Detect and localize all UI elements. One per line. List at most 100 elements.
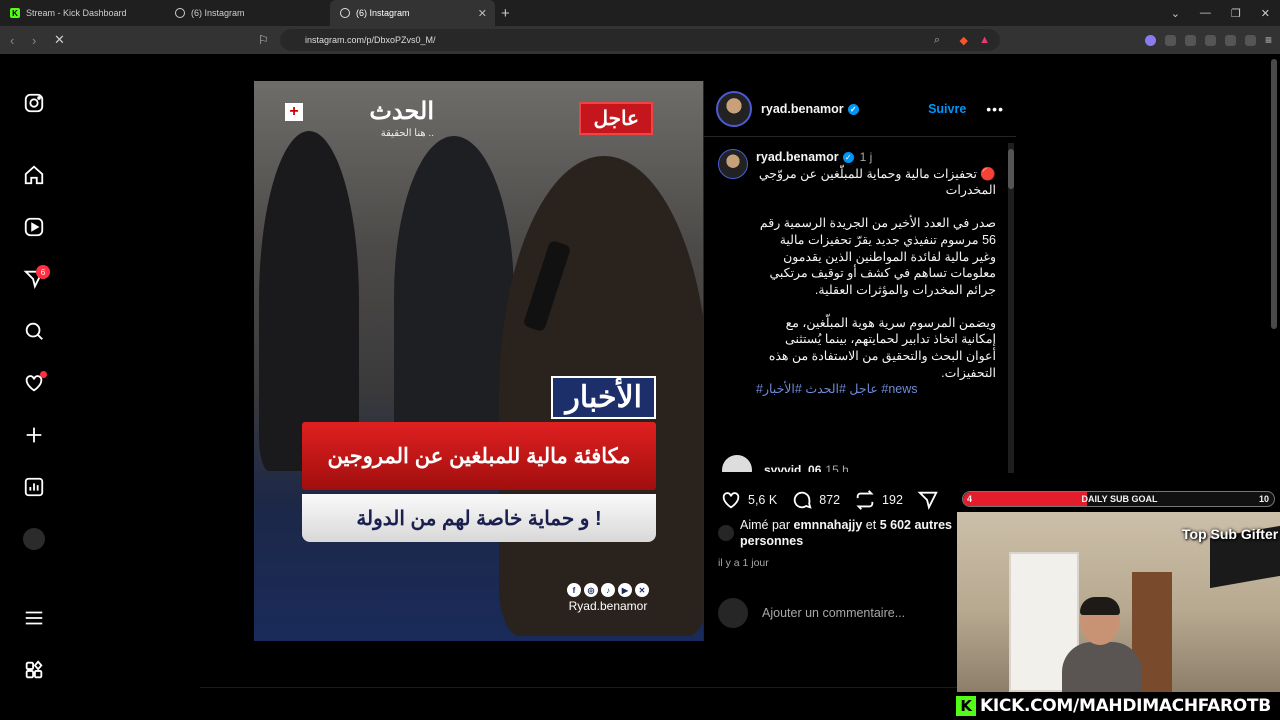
caption-username[interactable]: ryad.benamor (756, 150, 839, 164)
hooded-figure-right (394, 136, 514, 456)
page-scrollbar[interactable] (1270, 54, 1278, 334)
like-icon[interactable] (720, 489, 742, 511)
news-section-label: الأخبار (551, 376, 656, 419)
post-image[interactable]: + الحدث هنا الحقيقة .. عاجل الأخبار مكاف… (254, 81, 703, 641)
profile-avatar[interactable] (22, 527, 46, 551)
url-text: instagram.com/p/DbxoPZvs0_M/ (305, 35, 436, 45)
caption-area: ryad.benamor ✓ 1 j 🔴 تحفيزات مالية وحماية … (704, 137, 1016, 472)
x-icon: ✕ (635, 583, 649, 597)
sidebar-toggle-icon[interactable] (1184, 34, 1196, 46)
kick-logo-icon: K (956, 696, 976, 716)
url-field[interactable]: instagram.com/p/DbxoPZvs0_M/ ⌕ ◆ ▲ (280, 29, 1000, 51)
verified-icon: ✓ (847, 103, 859, 115)
goal-label: DAILY SUB GOAL (1081, 494, 1158, 504)
add-comment-input[interactable]: Ajouter un commentaire... (762, 606, 905, 620)
stop-loading-icon[interactable]: ✕ (54, 32, 66, 48)
dashboard-icon[interactable] (22, 475, 46, 499)
create-plus-icon[interactable] (22, 423, 46, 447)
top-sub-gifter-label: Top Sub Gifter (1182, 526, 1279, 542)
repost-icon[interactable] (854, 489, 876, 511)
more-options-icon[interactable]: ••• (986, 101, 1004, 117)
hooded-figure-left (259, 131, 359, 471)
kick-channel-banner: K KICK.COM/MAHDIMACHFAROTB (954, 692, 1280, 720)
minimize-icon[interactable]: — (1200, 7, 1211, 19)
streamer (1062, 597, 1142, 692)
more-menu-icon[interactable] (22, 606, 46, 630)
tab-list-icon[interactable]: ⌄ (1171, 7, 1180, 20)
tab-title: Stream - Kick Dashboard (26, 8, 127, 18)
post-header: ryad.benamor ✓ Suivre ••• (704, 81, 1016, 137)
posted-ago: il y a 1 jour (718, 557, 769, 569)
messages-icon[interactable]: 6 (22, 265, 50, 291)
tab-kick-dashboard[interactable]: K Stream - Kick Dashboard (0, 0, 165, 26)
new-tab-icon[interactable]: + (501, 5, 510, 22)
headline-banner: مكافئة مالية للمبلغين عن المروجين (302, 422, 656, 490)
share-icon[interactable] (917, 489, 939, 511)
kick-channel-url: KICK.COM/MAHDIMACHFAROTB (980, 696, 1271, 716)
maximize-icon[interactable]: ❐ (1231, 7, 1241, 20)
search-icon[interactable] (22, 319, 46, 343)
caption-text: ryad.benamor ✓ 1 j 🔴 تحفيزات مالية وحماية … (756, 149, 996, 398)
rewards-icon[interactable]: ▲ (979, 34, 990, 46)
leo-ai-icon[interactable] (1224, 34, 1236, 46)
post-actions: 5,6 K 872 192 (720, 489, 945, 511)
comment-count[interactable]: 872 (819, 493, 840, 507)
commenter-avatar[interactable] (722, 455, 752, 472)
zoom-icon[interactable]: ⌕ (934, 34, 940, 47)
back-icon[interactable]: ‹ (10, 33, 22, 48)
subheadline-banner: و حماية خاصة لهم من الدولة ! (302, 494, 656, 542)
liked-by-user[interactable]: emnnahajjy (794, 518, 863, 532)
caption-scrollbar[interactable] (1008, 143, 1014, 473)
my-avatar (718, 598, 748, 628)
tab-title: (6) Instagram (356, 8, 410, 18)
caption-time: 1 j (859, 150, 873, 164)
messages-badge: 6 (36, 265, 50, 279)
instagram-icon (340, 8, 350, 18)
youtube-icon: ▶ (618, 583, 632, 597)
address-bar: ‹ › ✕ ⚐ instagram.com/p/DbxoPZvs0_M/ ⌕ ◆… (0, 26, 1280, 54)
caption-hashtags[interactable]: #عاجل #الحدث #الأخبار #news (756, 381, 996, 398)
brand-tagline: هنا الحقيقة .. (380, 128, 434, 139)
instagram-logo-icon[interactable] (22, 91, 46, 115)
home-icon[interactable] (22, 163, 46, 187)
author-username[interactable]: ryad.benamor ✓ (761, 102, 859, 116)
notification-dot (40, 371, 47, 378)
add-comment-row: Ajouter un commentaire... (718, 598, 905, 628)
caption-author-avatar[interactable] (718, 149, 748, 179)
vpn-icon[interactable] (1244, 34, 1256, 46)
tab-title: (6) Instagram (191, 8, 245, 18)
notifications-heart-icon[interactable] (22, 371, 47, 395)
wallet-icon[interactable] (1204, 34, 1216, 46)
comment-time: 15 h (825, 463, 849, 472)
instagram-sidebar: 6 (0, 54, 68, 720)
author-avatar[interactable] (716, 90, 752, 127)
instagram-icon: ◎ (584, 583, 598, 597)
like-count[interactable]: 5,6 K (748, 493, 777, 507)
also-from-meta-icon[interactable] (22, 658, 46, 682)
image-handle: Ryad.benamor (568, 599, 648, 613)
verified-icon: ✓ (842, 152, 854, 164)
extensions-icon[interactable] (1164, 34, 1176, 46)
menu-icon[interactable]: ≡ (1265, 33, 1272, 47)
brave-shield-icon[interactable]: ◆ (960, 34, 968, 47)
tab-instagram-active[interactable]: (6) Instagram ✕ (330, 0, 495, 26)
caption-paragraph-2: ويضمن المرسوم سرية هوية المبلّغين، مع إم… (768, 315, 996, 380)
comment-icon[interactable] (791, 489, 813, 511)
brand-logo: الحدث هنا الحقيقة .. (284, 97, 434, 139)
brand-name: الحدث (369, 98, 434, 125)
close-window-icon[interactable]: ✕ (1261, 7, 1270, 20)
reels-icon[interactable] (22, 215, 46, 239)
follow-button[interactable]: Suivre (928, 102, 966, 116)
kick-icon: K (10, 8, 20, 18)
facebook-icon: f (567, 583, 581, 597)
browser-tabbar: K Stream - Kick Dashboard (6) Instagram … (0, 0, 1280, 26)
bookmark-icon[interactable]: ⚐ (258, 33, 269, 47)
leo-icon[interactable] (1144, 34, 1156, 46)
commenter-username[interactable]: syvvid_06 (764, 463, 821, 472)
repost-count[interactable]: 192 (882, 493, 903, 507)
urgent-banner: عاجل (579, 102, 653, 135)
forward-icon[interactable]: › (32, 33, 44, 48)
liked-by-and: et (865, 518, 877, 532)
tab-instagram-1[interactable]: (6) Instagram (165, 0, 330, 26)
close-tab-icon[interactable]: ✕ (478, 7, 487, 20)
